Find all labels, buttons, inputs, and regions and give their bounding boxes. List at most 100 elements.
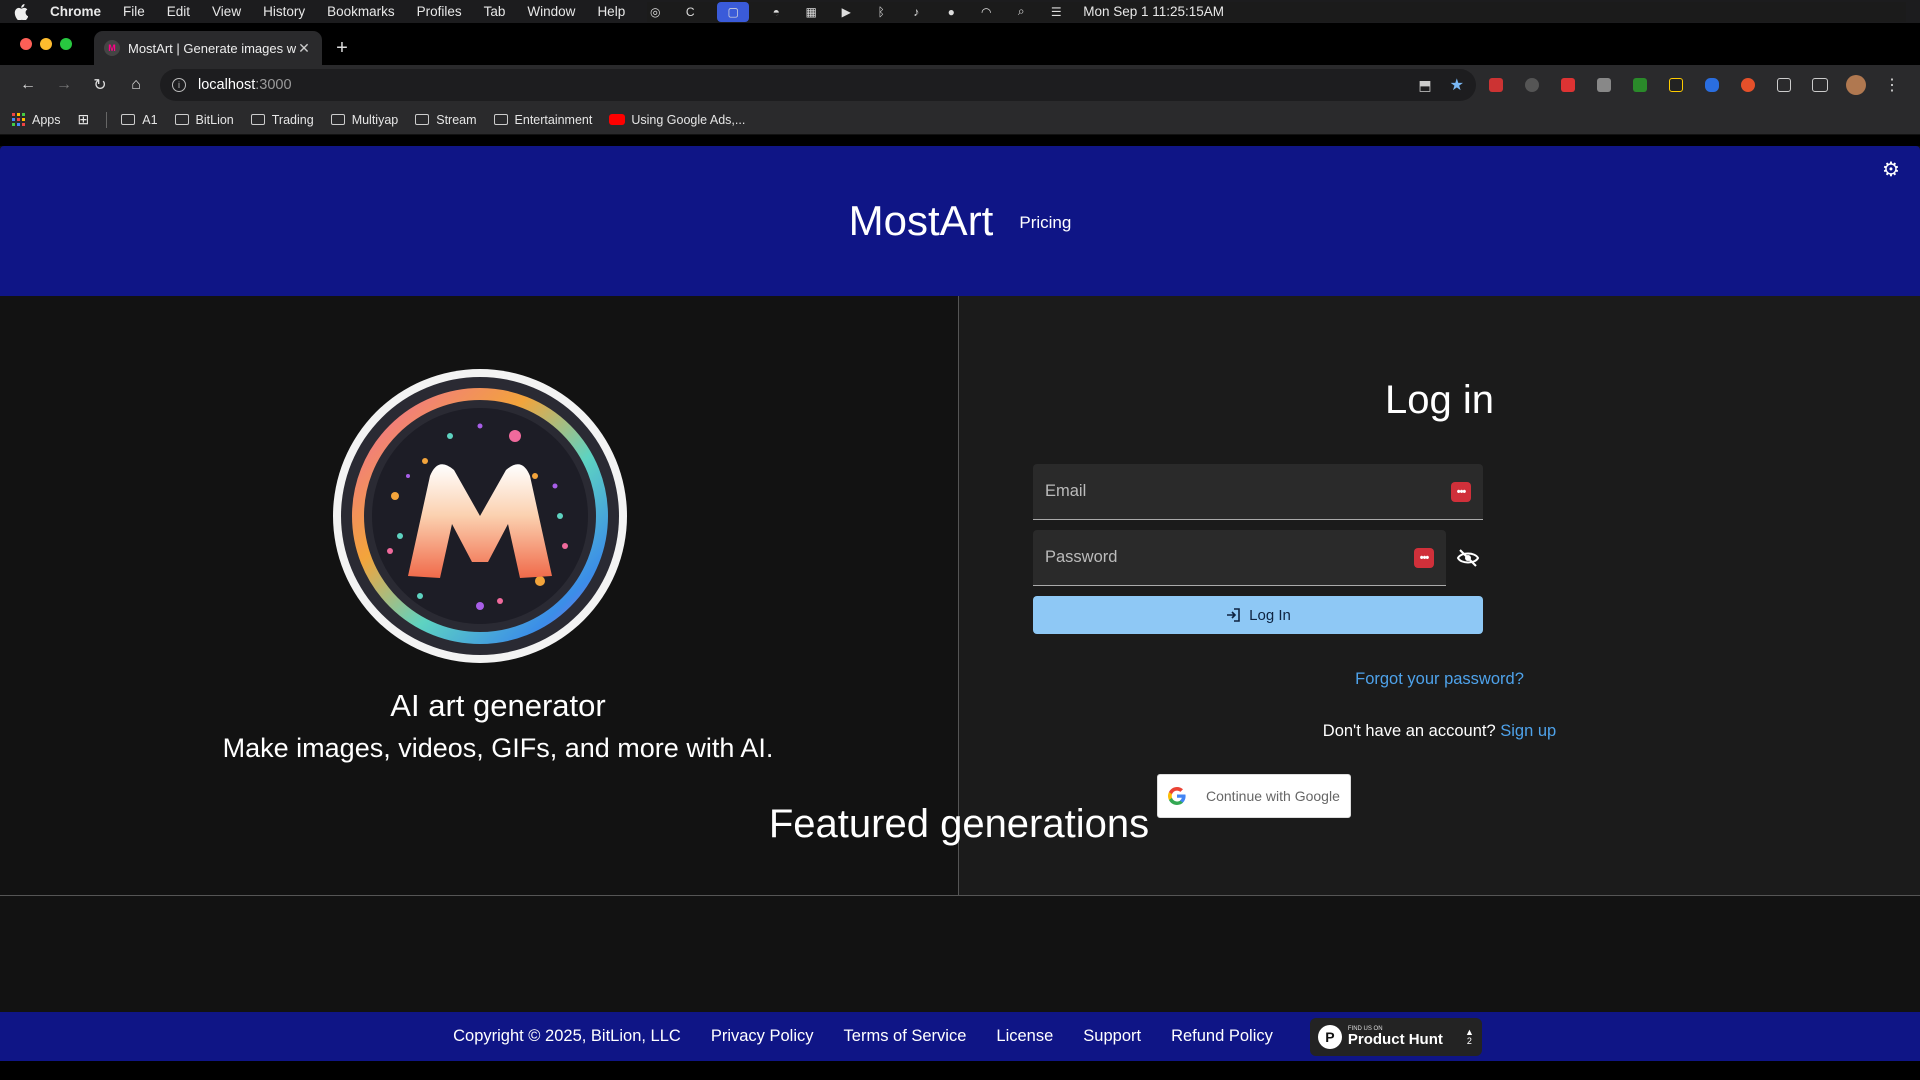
- site-header: MostArt Pricing ⚙: [0, 146, 1920, 296]
- login-arrow-icon: [1227, 608, 1240, 622]
- bookmark-label: Trading: [271, 112, 314, 127]
- hero-title: AI art generator: [390, 688, 606, 723]
- bookmark-label: Multiyap: [351, 112, 399, 127]
- refund-policy-link[interactable]: Refund Policy: [1171, 1027, 1273, 1046]
- signup-prompt: Don't have an account? Sign up: [959, 722, 1920, 741]
- wifi-icon[interactable]: ◠: [978, 5, 994, 19]
- apps-grid-icon: [12, 113, 25, 126]
- featured-generations-title: Featured generations: [768, 802, 1150, 846]
- extensions-puzzle-icon[interactable]: [1772, 73, 1796, 97]
- menu-edit[interactable]: Edit: [167, 4, 190, 19]
- extension-fox-icon[interactable]: [1736, 73, 1760, 97]
- menu-history[interactable]: History: [263, 4, 305, 19]
- upvote-number: 2: [1466, 1035, 1472, 1046]
- play-icon[interactable]: ▶: [838, 5, 854, 19]
- bookmark-google-ads[interactable]: Using Google Ads,...: [609, 113, 745, 127]
- home-button[interactable]: ⌂: [118, 69, 154, 101]
- email-field[interactable]: •••: [1033, 464, 1483, 520]
- menu-help[interactable]: Help: [597, 4, 625, 19]
- privacy-policy-link[interactable]: Privacy Policy: [711, 1027, 814, 1046]
- hide-password-icon[interactable]: [1456, 546, 1480, 570]
- c-app-icon[interactable]: C: [682, 5, 698, 19]
- extension-red-icon[interactable]: [1484, 73, 1508, 97]
- bookmarks-divider: [106, 111, 108, 128]
- menu-file[interactable]: File: [123, 4, 145, 19]
- layout-icon[interactable]: ▦: [803, 5, 819, 19]
- extension-compass-icon[interactable]: [1520, 73, 1544, 97]
- upvote-count: ▲ 2: [1465, 1027, 1474, 1046]
- password-input[interactable]: [1045, 548, 1414, 567]
- side-panel-icon[interactable]: [1808, 73, 1832, 97]
- profile-avatar[interactable]: [1844, 73, 1868, 97]
- bookmark-folder-trading[interactable]: Trading: [250, 112, 314, 127]
- menubar-clock[interactable]: Mon Sep 1 11:25:15AM: [1083, 4, 1224, 19]
- menu-profiles[interactable]: Profiles: [417, 4, 462, 19]
- mostart-logo: [333, 369, 627, 663]
- reload-button[interactable]: ↻: [82, 69, 118, 101]
- menu-tab[interactable]: Tab: [484, 4, 506, 19]
- volume-icon[interactable]: ♪: [908, 5, 924, 19]
- hero-subtitle: Make images, videos, GIFs, and more with…: [222, 733, 774, 763]
- menu-window[interactable]: Window: [527, 4, 575, 19]
- license-link[interactable]: License: [996, 1027, 1053, 1046]
- bookmark-star-icon[interactable]: ★: [1450, 75, 1464, 95]
- menu-app-name[interactable]: Chrome: [50, 4, 101, 19]
- password-manager-icon[interactable]: •••: [1414, 547, 1434, 568]
- tab-groups-icon[interactable]: ⊞: [78, 111, 90, 128]
- bookmark-folder-a1[interactable]: A1: [121, 113, 158, 127]
- extensions-area: ⋮: [1484, 73, 1910, 97]
- signup-link[interactable]: Sign up: [1500, 722, 1556, 740]
- new-tab-button[interactable]: +: [328, 31, 356, 65]
- bookmark-folder-bitlion[interactable]: BitLion: [174, 113, 234, 127]
- install-app-icon[interactable]: ⬒: [1418, 77, 1431, 94]
- folder-icon: [250, 114, 265, 125]
- forgot-password-link[interactable]: Forgot your password?: [959, 670, 1920, 689]
- password-field[interactable]: •••: [1033, 530, 1446, 586]
- support-link[interactable]: Support: [1083, 1027, 1141, 1046]
- user-icon[interactable]: ●: [943, 5, 959, 19]
- login-title: Log in: [1385, 378, 1494, 422]
- close-window-button[interactable]: [20, 38, 32, 50]
- extension-calendar-icon[interactable]: [1556, 73, 1580, 97]
- close-tab-icon[interactable]: ✕: [296, 40, 312, 57]
- email-input[interactable]: [1045, 482, 1451, 501]
- bookmark-apps[interactable]: Apps: [12, 113, 61, 127]
- extension-download-icon[interactable]: [1628, 73, 1652, 97]
- folder-icon: [121, 114, 136, 125]
- gear-icon[interactable]: ⚙: [1882, 160, 1902, 180]
- address-bar[interactable]: i localhost:3000 ⬒ ★: [160, 69, 1476, 101]
- minimize-window-button[interactable]: [40, 38, 52, 50]
- bookmark-label: Stream: [436, 112, 477, 127]
- apple-icon[interactable]: [14, 3, 30, 20]
- chrome-menu-icon[interactable]: ⋮: [1880, 73, 1904, 97]
- site-info-icon[interactable]: i: [172, 78, 186, 92]
- bookmark-folder-stream[interactable]: Stream: [415, 112, 477, 127]
- zoom-window-button[interactable]: [60, 38, 72, 50]
- url-host: localhost: [198, 77, 256, 93]
- password-manager-icon[interactable]: •••: [1451, 481, 1471, 502]
- tab-favicon-icon: M: [104, 40, 120, 56]
- spotlight-search-icon[interactable]: ⌕: [1013, 4, 1029, 19]
- login-button[interactable]: Log In: [1033, 596, 1483, 634]
- bluetooth-icon[interactable]: ᛒ: [873, 5, 889, 19]
- extension-star-icon[interactable]: [1664, 73, 1688, 97]
- brand-logo-text[interactable]: MostArt: [849, 197, 994, 245]
- vpn-icon[interactable]: ◎: [647, 5, 663, 19]
- screen-share-icon[interactable]: ▢: [717, 1, 750, 22]
- menu-bookmarks[interactable]: Bookmarks: [327, 4, 395, 19]
- bookmark-folder-entertainment[interactable]: Entertainment: [493, 113, 592, 127]
- back-button[interactable]: ←: [10, 69, 46, 101]
- extension-bot-icon[interactable]: [1592, 73, 1616, 97]
- product-hunt-big-text: Product Hunt: [1347, 1031, 1443, 1048]
- terms-of-service-link[interactable]: Terms of Service: [844, 1027, 967, 1046]
- extension-shield-icon[interactable]: [1700, 73, 1724, 97]
- macos-menu-bar: Chrome File Edit View History Bookmarks …: [0, 0, 1920, 23]
- nav-pricing-link[interactable]: Pricing: [1019, 213, 1071, 233]
- cloud-icon[interactable]: ◓: [768, 5, 784, 19]
- control-center-icon[interactable]: ☰: [1048, 5, 1064, 19]
- menu-view[interactable]: View: [212, 4, 241, 19]
- browser-tab-active[interactable]: M MostArt | Generate images w ✕: [94, 31, 322, 65]
- forward-button[interactable]: →: [46, 69, 82, 101]
- product-hunt-badge[interactable]: P FIND US ON Product Hunt ▲ 2: [1309, 1017, 1482, 1056]
- bookmark-folder-multiyap[interactable]: Multiyap: [330, 112, 399, 127]
